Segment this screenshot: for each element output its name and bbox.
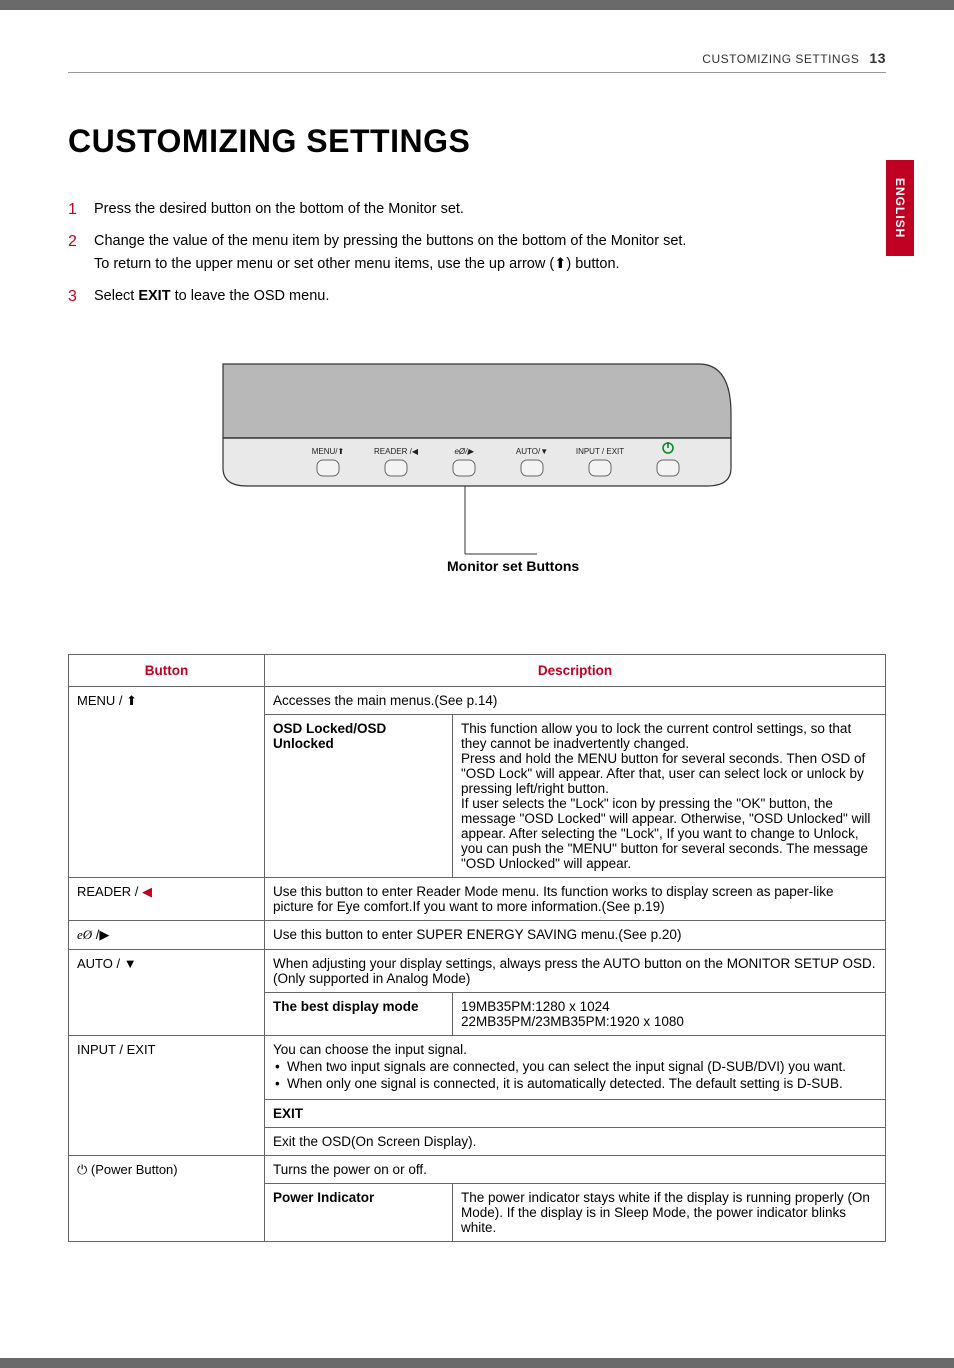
button-reader-label: READER / xyxy=(77,884,142,899)
button-input-exit-cell: INPUT / EXIT xyxy=(69,1035,265,1155)
button-description-table: Button Description MENU / ⬆ Accesses the… xyxy=(68,654,886,1242)
page-number: 13 xyxy=(869,50,886,66)
table-row: MENU / ⬆ Accesses the main menus.(See p.… xyxy=(69,686,886,714)
step-number: 1 xyxy=(68,198,77,223)
up-arrow-icon: ⬆ xyxy=(126,693,137,708)
page-header: CUSTOMIZING SETTINGS 13 xyxy=(68,50,886,73)
right-triangle-icon: /▶ xyxy=(96,927,110,942)
col-button-header: Button xyxy=(69,654,265,686)
input-desc: You can choose the input signal. When tw… xyxy=(265,1035,886,1099)
power-icon: ⏻ xyxy=(77,1162,87,1177)
svg-text:INPUT / EXIT: INPUT / EXIT xyxy=(576,447,624,456)
table-row: ⏻ (Power Button) Turns the power on or o… xyxy=(69,1155,886,1183)
button-auto-cell: AUTO / ▼ xyxy=(69,949,265,1035)
svg-text:READER /◀: READER /◀ xyxy=(374,447,419,456)
auto-desc: When adjusting your display settings, al… xyxy=(265,949,886,992)
figure-caption: Monitor set Buttons xyxy=(447,558,737,574)
step-1: 1 Press the desired button on the bottom… xyxy=(68,198,886,220)
svg-text:eØ/▶: eØ/▶ xyxy=(454,447,474,456)
instruction-steps: 1 Press the desired button on the bottom… xyxy=(68,198,886,308)
eco-icon: eØ xyxy=(77,927,92,942)
table-row: AUTO / ▼ When adjusting your display set… xyxy=(69,949,886,992)
monitor-buttons-svg: MENU/⬆ READER /◀ eØ/▶ AUTO/▼ INPUT / EXI… xyxy=(217,358,737,558)
step-text: Press the desired button on the bottom o… xyxy=(94,201,464,217)
input-bullet-list: When two input signals are connected, yo… xyxy=(273,1059,877,1091)
figure-wrapper: MENU/⬆ READER /◀ eØ/▶ AUTO/▼ INPUT / EXI… xyxy=(68,358,886,574)
col-description-header: Description xyxy=(265,654,886,686)
button-reader-cell: READER / ◀ xyxy=(69,877,265,920)
table-row: READER / ◀ Use this button to enter Read… xyxy=(69,877,886,920)
monitor-buttons-figure: MENU/⬆ READER /◀ eØ/▶ AUTO/▼ INPUT / EXI… xyxy=(217,358,737,574)
button-menu-cell: MENU / ⬆ xyxy=(69,686,265,877)
page-title: CUSTOMIZING SETTINGS xyxy=(68,123,886,160)
reader-desc: Use this button to enter Reader Mode men… xyxy=(265,877,886,920)
menu-desc-accesses: Accesses the main menus.(See p.14) xyxy=(265,686,886,714)
table-row: INPUT / EXIT You can choose the input si… xyxy=(69,1035,886,1099)
table-header-row: Button Description xyxy=(69,654,886,686)
step-text: Change the value of the menu item by pre… xyxy=(94,233,686,249)
osd-lock-label: OSD Locked/OSD Unlocked xyxy=(265,714,453,877)
step-text: To return to the upper menu or set other… xyxy=(94,256,554,272)
exit-desc: Exit the OSD(On Screen Display). xyxy=(265,1127,886,1155)
best-display-label: The best display mode xyxy=(265,992,453,1035)
svg-text:MENU/⬆: MENU/⬆ xyxy=(312,447,344,456)
up-arrow-icon: ⬆ xyxy=(554,256,566,272)
language-tab: ENGLISH xyxy=(886,160,914,256)
step-text: to leave the OSD menu. xyxy=(171,288,330,304)
language-tab-label: ENGLISH xyxy=(893,178,907,238)
step-text: Select xyxy=(94,288,138,304)
header-section-label: CUSTOMIZING SETTINGS xyxy=(702,52,859,66)
table-row: eØ /▶ Use this button to enter SUPER ENE… xyxy=(69,920,886,949)
step-number: 2 xyxy=(68,230,77,255)
button-power-label: (Power Button) xyxy=(87,1162,177,1177)
list-item: When two input signals are connected, yo… xyxy=(273,1059,877,1074)
eco-desc: Use this button to enter SUPER ENERGY SA… xyxy=(265,920,886,949)
power-indicator-text: The power indicator stays white if the d… xyxy=(453,1183,886,1241)
step-2: 2 Change the value of the menu item by p… xyxy=(68,230,886,275)
step-3: 3 Select EXIT to leave the OSD menu. xyxy=(68,285,886,307)
power-indicator-label: Power Indicator xyxy=(265,1183,453,1241)
button-menu-label: MENU / xyxy=(77,693,126,708)
exit-keyword: EXIT xyxy=(138,288,170,304)
exit-sub-label: EXIT xyxy=(265,1099,886,1127)
input-desc-intro: You can choose the input signal. xyxy=(273,1042,467,1057)
best-display-text: 19MB35PM:1280 x 1024 22MB35PM/23MB35PM:1… xyxy=(453,992,886,1035)
step-text: ) button. xyxy=(566,256,619,272)
step-number: 3 xyxy=(68,285,77,310)
power-desc: Turns the power on or off. xyxy=(265,1155,886,1183)
button-eco-cell: eØ /▶ xyxy=(69,920,265,949)
button-power-cell: ⏻ (Power Button) xyxy=(69,1155,265,1241)
osd-lock-text: This function allow you to lock the curr… xyxy=(453,714,886,877)
svg-text:AUTO/▼: AUTO/▼ xyxy=(516,447,548,456)
list-item: When only one signal is connected, it is… xyxy=(273,1076,877,1091)
manual-page: CUSTOMIZING SETTINGS 13 ENGLISH CUSTOMIZ… xyxy=(0,10,954,1358)
left-triangle-icon: ◀ xyxy=(142,884,152,899)
